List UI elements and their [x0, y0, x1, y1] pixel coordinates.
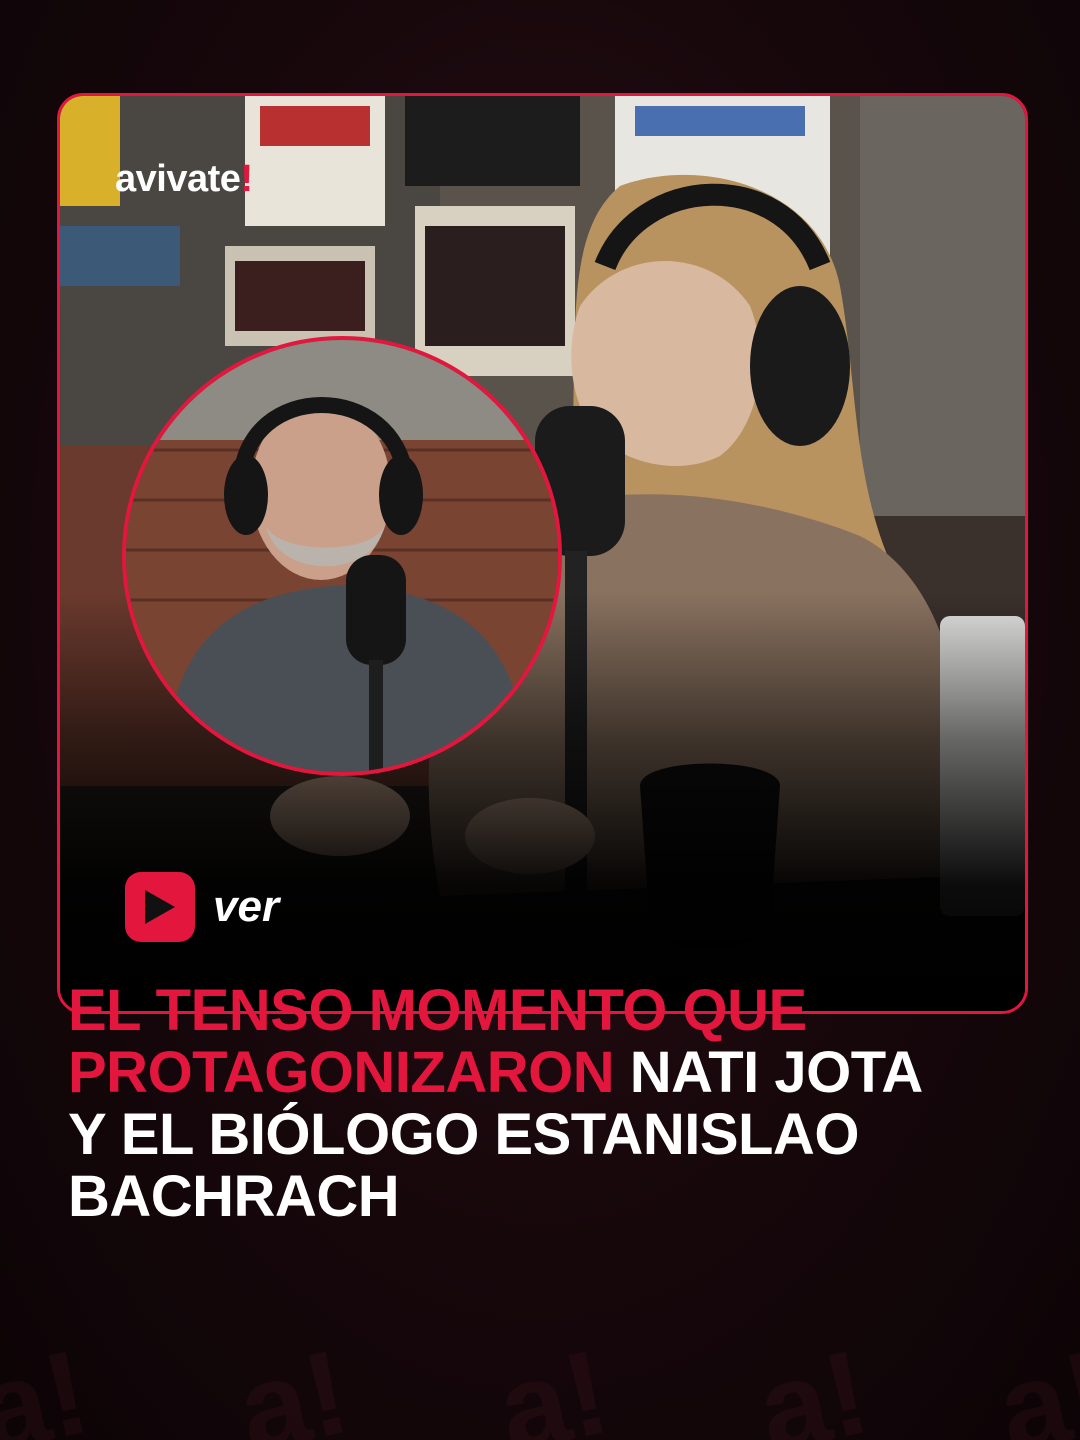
man-portrait-image	[126, 340, 558, 772]
brand-name: avivate	[115, 158, 241, 200]
brand-logo: avivate!	[115, 158, 253, 201]
watch-video-button[interactable]: ver	[125, 872, 279, 942]
play-button[interactable]	[125, 872, 195, 942]
brand-mark: !	[240, 158, 253, 200]
video-card[interactable]: avivate! ver	[57, 93, 1028, 1014]
play-icon	[145, 890, 175, 924]
headline: EL TENSO MOMENTO QUE PROTAGONIZARON NATI…	[68, 980, 948, 1228]
inset-portrait	[122, 336, 562, 776]
background-watermark: a! a! a! a! a!	[0, 1324, 1080, 1440]
watch-label[interactable]: ver	[213, 882, 279, 932]
